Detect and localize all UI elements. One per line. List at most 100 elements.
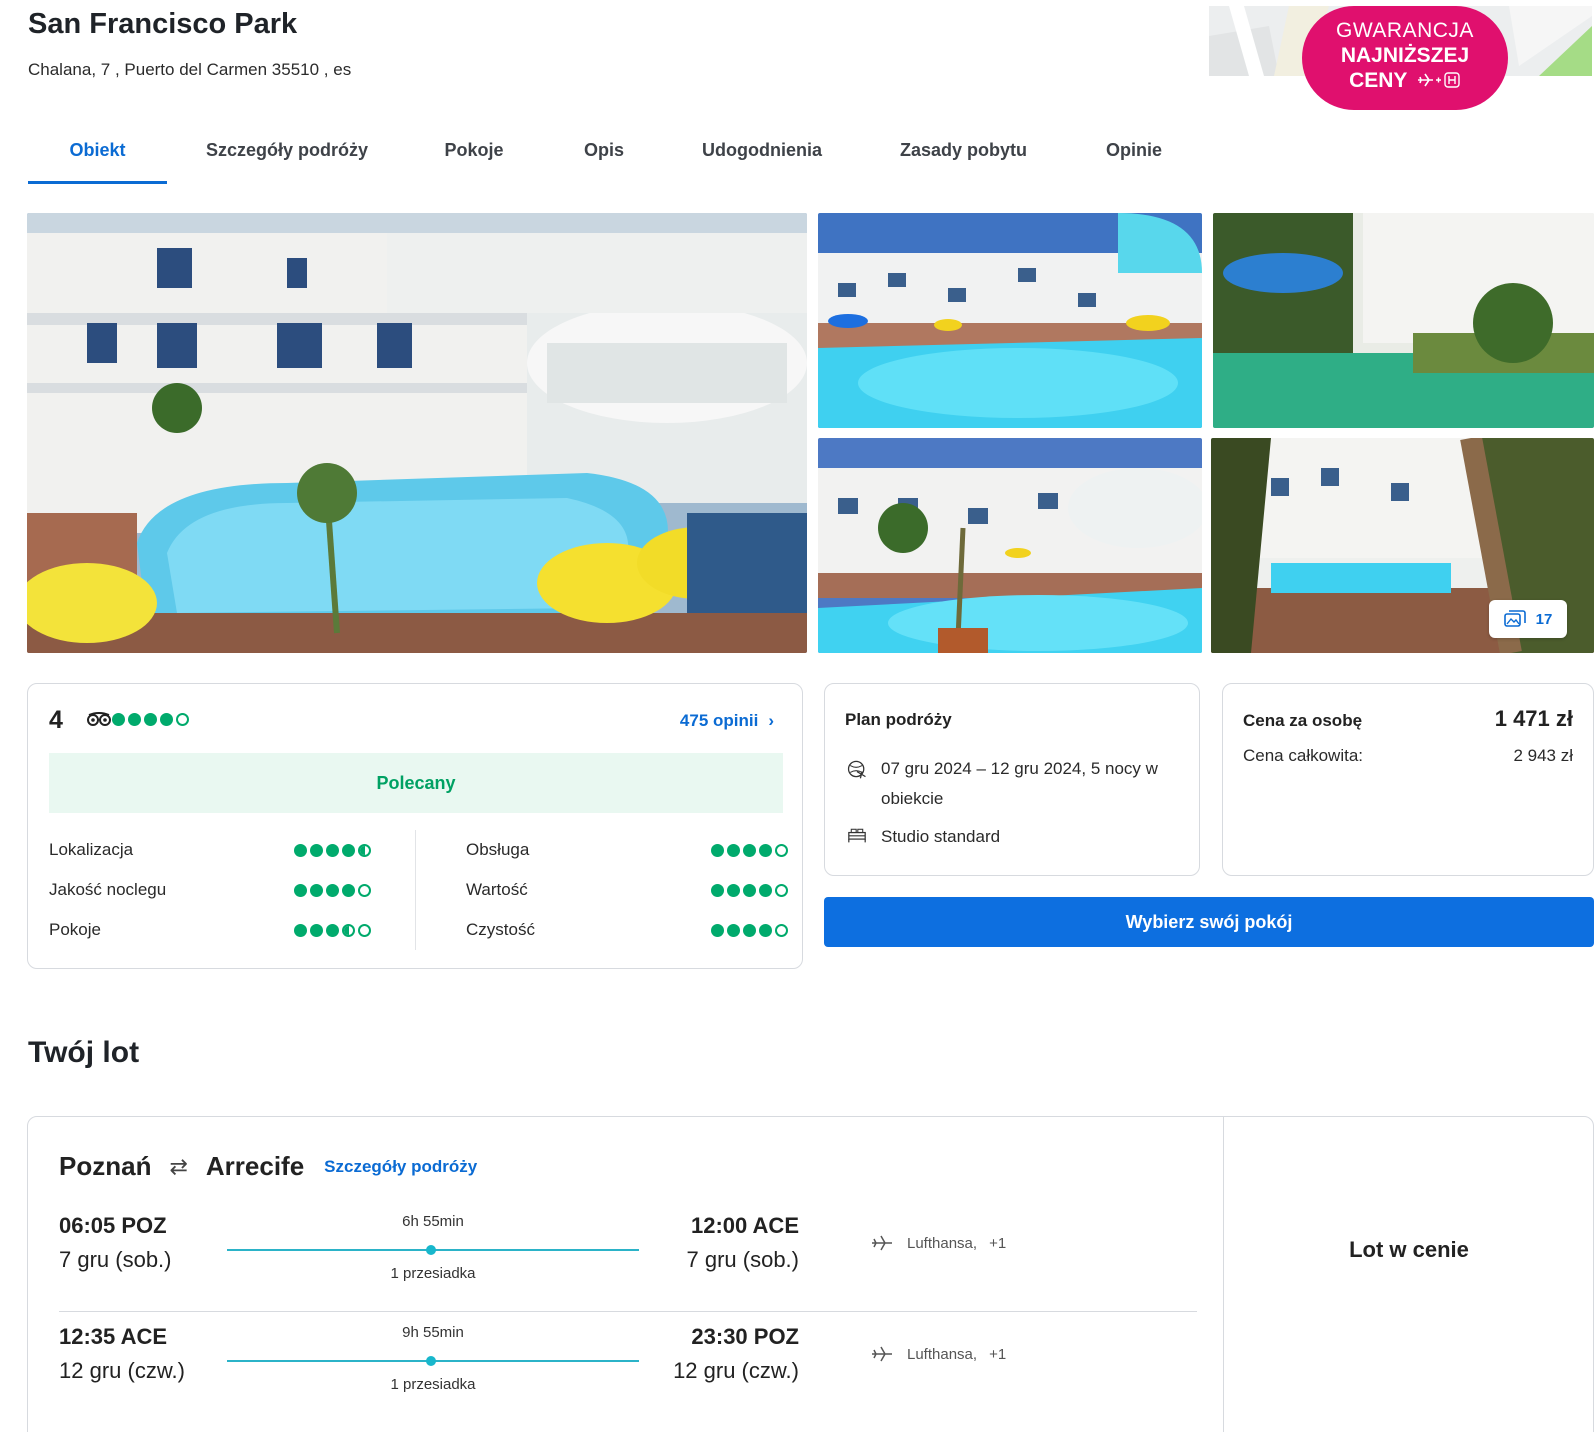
section-tabs: Obiekt Szczegóły podróży Pokoje Opis Udo…: [28, 128, 1198, 184]
reviews-link-label: 475 opinii: [679, 711, 759, 730]
plan-dates-row: 07 gru 2024 – 12 gru 2024, 5 nocy w obie…: [845, 754, 1185, 814]
photo-pool-2[interactable]: [818, 213, 1202, 428]
photo-count-button[interactable]: 17: [1489, 600, 1567, 638]
chevron-right-icon: ›: [768, 711, 774, 730]
plane-plus-hotel-icon: [1417, 72, 1460, 88]
flight-route: Poznań ⇄ Arrecife Szczegóły podróży: [59, 1151, 477, 1182]
rating-bubbles: [294, 843, 371, 857]
arrival-time: 12:00 ACE: [690, 1213, 799, 1238]
airline-info: Lufthansa, +1: [871, 1344, 1006, 1364]
hotel-address: Chalana, 7 , Puerto del Carmen 35510 , e…: [28, 60, 352, 79]
flight-included-label: Lot w cenie: [1349, 1237, 1469, 1262]
photo-pool-wide: [818, 213, 1202, 428]
flight-duration: 9h 55min: [402, 1324, 464, 1341]
flight-section-title: Twój lot: [28, 1036, 140, 1069]
choose-room-button[interactable]: Wybierz swój pokój: [824, 897, 1594, 947]
rating-bubble: [727, 923, 740, 937]
overall-rating-bubbles: [112, 713, 189, 726]
photo-pool-umbrella: [1213, 213, 1594, 428]
photo-pool-3[interactable]: [1213, 213, 1594, 428]
rating-bubble: [342, 923, 355, 937]
flight-timeline: [227, 1245, 639, 1255]
rating-bubbles: [294, 923, 371, 937]
rating-bubble: [342, 883, 355, 897]
rating-bubble: [294, 923, 307, 937]
departure-date: 7 gru (sob.): [59, 1247, 172, 1272]
price-card: Cena za osobę 1 471 zł Cena całkowita: 2…: [1222, 683, 1594, 876]
reviews-link[interactable]: 475 opinii ›: [680, 711, 774, 731]
badge-line-3: CENY: [1349, 69, 1408, 92]
rating-label: Pokoje: [49, 920, 101, 939]
flight-leg-outbound: 06:05 POZ 7 gru (sob.) 6h 55min 1 przesi…: [59, 1213, 1219, 1313]
rating-bubble: [727, 843, 740, 857]
flight-stops: 1 przesiadka: [390, 1265, 476, 1282]
images-icon: [1503, 610, 1526, 627]
hotel-name: San Francisco Park: [28, 8, 298, 40]
tab-opinie[interactable]: Opinie: [1070, 128, 1198, 184]
rating-bubble: [176, 713, 189, 726]
airline-info: Lufthansa, +1: [871, 1233, 1006, 1253]
price-per-person-value: 1 471 zł: [1494, 706, 1573, 731]
price-per-person-label: Cena za osobę: [1243, 711, 1363, 730]
bed-icon: [848, 828, 866, 843]
flight-duration: 6h 55min: [402, 1213, 464, 1230]
rating-bubble: [310, 843, 323, 857]
rating-label: Jakość noclegu: [49, 880, 167, 899]
flight-leg-return: 12:35 ACE 12 gru (czw.) 9h 55min 1 przes…: [59, 1324, 1219, 1424]
rating-bubble: [326, 843, 339, 857]
rating-bubble: [144, 713, 157, 726]
recommendation-banner: Polecany: [49, 753, 783, 813]
main-hotel-photo[interactable]: [27, 213, 807, 653]
rating-bubble: [160, 713, 173, 726]
rating-row: Obsługa: [466, 830, 788, 870]
rating-bubble: [294, 883, 307, 897]
departure-time: 12:35 ACE: [59, 1324, 168, 1349]
arrival-date: 12 gru (czw.): [673, 1358, 799, 1383]
tripadvisor-owl-icon: [87, 712, 111, 726]
tab-szczegoly-podrozy[interactable]: Szczegóły podróży: [167, 128, 407, 184]
flight-timeline: [227, 1356, 639, 1366]
tab-opis[interactable]: Opis: [541, 128, 667, 184]
rating-bubble: [727, 883, 740, 897]
tab-obiekt[interactable]: Obiekt: [28, 128, 167, 184]
rating-bubble: [326, 923, 339, 937]
ratings-right-column: Obsługa Wartość Czystość: [466, 830, 788, 950]
plane-icon: [872, 1346, 892, 1362]
plane-icon: [872, 1235, 892, 1251]
rating-bubbles: [711, 883, 788, 897]
tab-pokoje[interactable]: Pokoje: [407, 128, 541, 184]
rating-row: Wartość: [466, 870, 788, 910]
review-score: 4: [49, 706, 63, 734]
plan-room: Studio standard: [881, 827, 1001, 846]
rating-row: Czystość: [466, 910, 788, 950]
badge-line-2: NAJNIŻSZEJ: [1340, 44, 1470, 67]
trip-details-link[interactable]: Szczegóły podróży: [324, 1157, 477, 1177]
photo-count: 17: [1535, 610, 1553, 628]
leg-separator: [59, 1311, 1197, 1312]
rating-bubble: [358, 923, 371, 937]
rating-bubble: [310, 883, 323, 897]
rating-bubble: [759, 843, 772, 857]
tab-zasady-pobytu[interactable]: Zasady pobytu: [857, 128, 1070, 184]
rating-bubbles: [294, 883, 371, 897]
photo-pool-buildings: [27, 213, 807, 653]
plan-title: Plan podróży: [845, 710, 952, 729]
tab-udogodnienia[interactable]: Udogodnienia: [667, 128, 857, 184]
rating-bubble: [112, 713, 125, 726]
stopover-marker: [426, 1356, 436, 1366]
lowest-price-guarantee-badge: GWARANCJA NAJNIŻSZEJ CENY: [1302, 6, 1508, 110]
departure-time: 06:05 POZ: [59, 1213, 167, 1238]
flight-card: Poznań ⇄ Arrecife Szczegóły podróży 06:0…: [27, 1116, 1594, 1432]
photo-pool-4[interactable]: [818, 438, 1202, 653]
rating-bubble: [294, 843, 307, 857]
rating-bubble: [743, 843, 756, 857]
origin-city: Poznań: [59, 1151, 152, 1181]
plane-globe-icon: [847, 760, 866, 779]
rating-bubble: [358, 843, 371, 857]
rating-bubble: [775, 843, 788, 857]
rating-row: Pokoje: [49, 910, 371, 950]
plan-dates: 07 gru 2024 – 12 gru 2024, 5 nocy w obie…: [881, 759, 1158, 808]
arrival-time: 23:30 POZ: [691, 1324, 799, 1349]
rating-bubble: [775, 883, 788, 897]
airline-name: Lufthansa,: [907, 1234, 978, 1252]
